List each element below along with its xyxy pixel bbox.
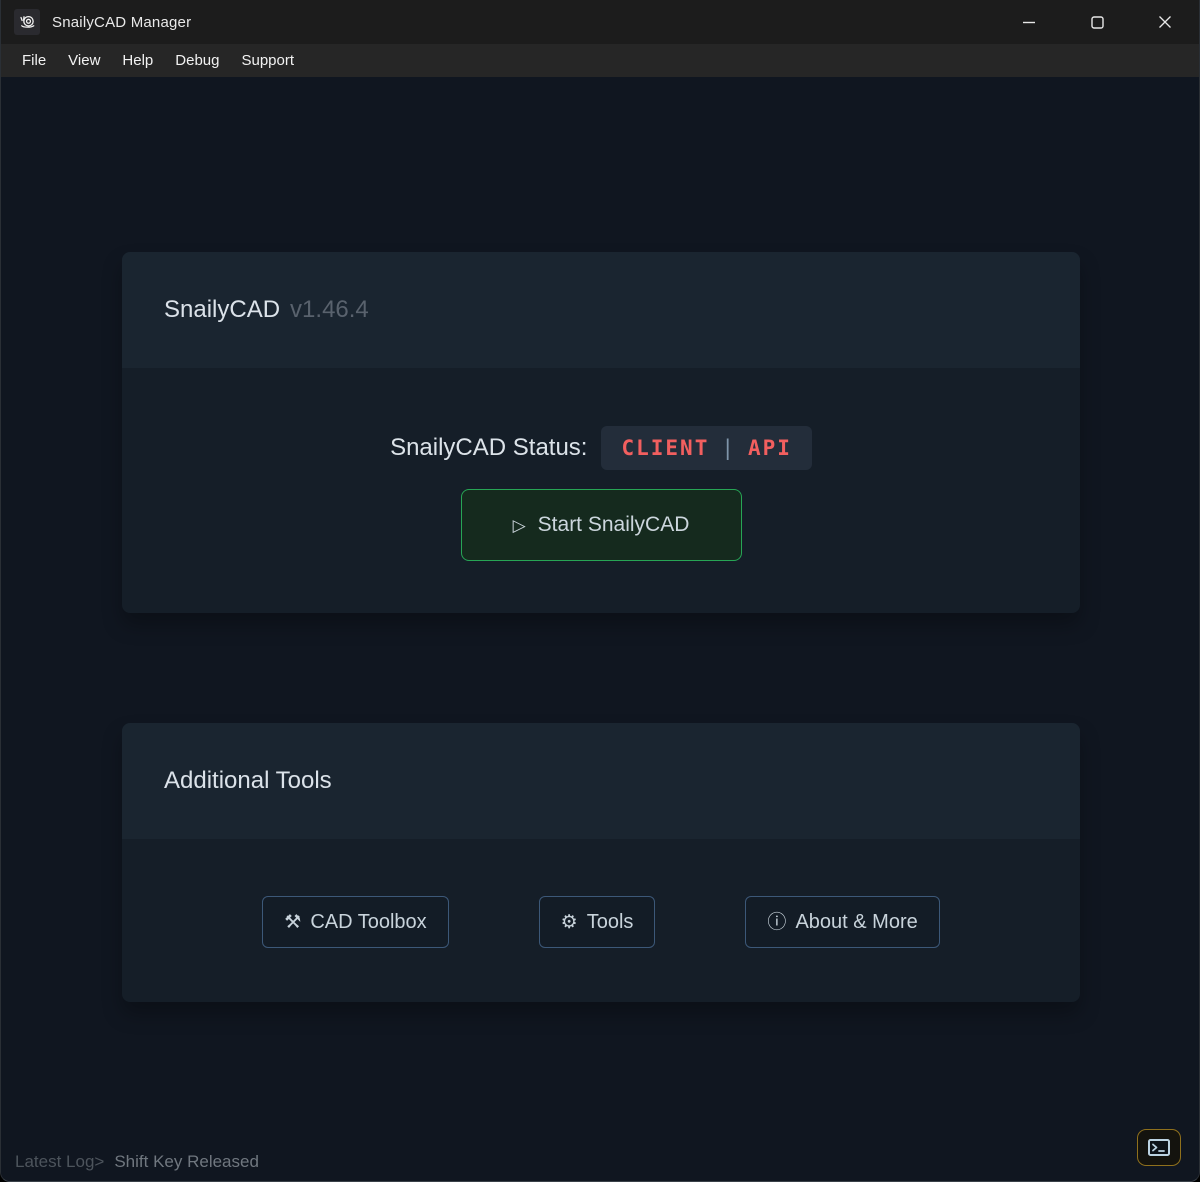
menu-support[interactable]: Support [230,48,305,73]
snailycad-card: SnailyCAD v1.46.4 SnailyCAD Status: CLIE… [122,252,1080,613]
menu-help[interactable]: Help [111,48,164,73]
additional-tools-card: Additional Tools ⚒ CAD Toolbox ⚙ Tools ⓘ… [122,723,1080,1002]
close-icon[interactable] [1131,0,1199,44]
main-content: SnailyCAD v1.46.4 SnailyCAD Status: CLIE… [1,77,1199,1181]
maximize-icon[interactable] [1063,0,1131,44]
tools-button-row: ⚒ CAD Toolbox ⚙ Tools ⓘ About & More [122,896,1080,948]
latest-log-message: Shift Key Released [114,1152,259,1172]
window-title: SnailyCAD Manager [52,14,191,31]
app-window: SnailyCAD Manager File View Help Debug S… [0,0,1200,1182]
status-client-value: CLIENT [621,436,709,460]
status-badge: CLIENT | API [601,426,811,470]
cad-toolbox-label: CAD Toolbox [310,911,426,934]
latest-log-prefix: Latest Log> [15,1152,104,1172]
card-title: SnailyCAD [164,296,280,324]
info-icon: ⓘ [767,913,786,932]
about-more-button[interactable]: ⓘ About & More [745,896,939,948]
status-separator: | [721,436,736,460]
menu-debug[interactable]: Debug [164,48,230,73]
start-snailycad-button[interactable]: ▷ Start SnailyCAD [461,489,742,561]
tools-label: Tools [587,911,634,934]
status-label: SnailyCAD Status: [390,434,587,462]
version-label: v1.46.4 [290,296,369,324]
start-button-label: Start SnailyCAD [538,513,690,537]
snail-logo-icon [14,9,40,35]
additional-tools-card-header: Additional Tools [122,723,1080,839]
play-icon: ▷ [513,516,526,536]
menu-file[interactable]: File [11,48,57,73]
terminal-icon [1148,1139,1170,1156]
status-row: SnailyCAD Status: CLIENT | API [122,426,1080,470]
status-api-value: API [748,436,792,460]
minimize-icon[interactable] [995,0,1063,44]
window-controls [995,0,1199,44]
menu-view[interactable]: View [57,48,111,73]
gear-icon: ⚙ [561,913,578,932]
cad-toolbox-button[interactable]: ⚒ CAD Toolbox [262,896,448,948]
about-more-label: About & More [795,911,917,934]
menubar: File View Help Debug Support [1,44,1199,77]
console-toggle-button[interactable] [1137,1129,1181,1166]
hammer-wrench-icon: ⚒ [284,913,301,932]
status-bar: Latest Log> Shift Key Released [15,1152,259,1172]
snailycad-card-header: SnailyCAD v1.46.4 [122,252,1080,368]
card-title: Additional Tools [164,767,332,795]
titlebar: SnailyCAD Manager [1,0,1199,44]
tools-button[interactable]: ⚙ Tools [539,896,656,948]
